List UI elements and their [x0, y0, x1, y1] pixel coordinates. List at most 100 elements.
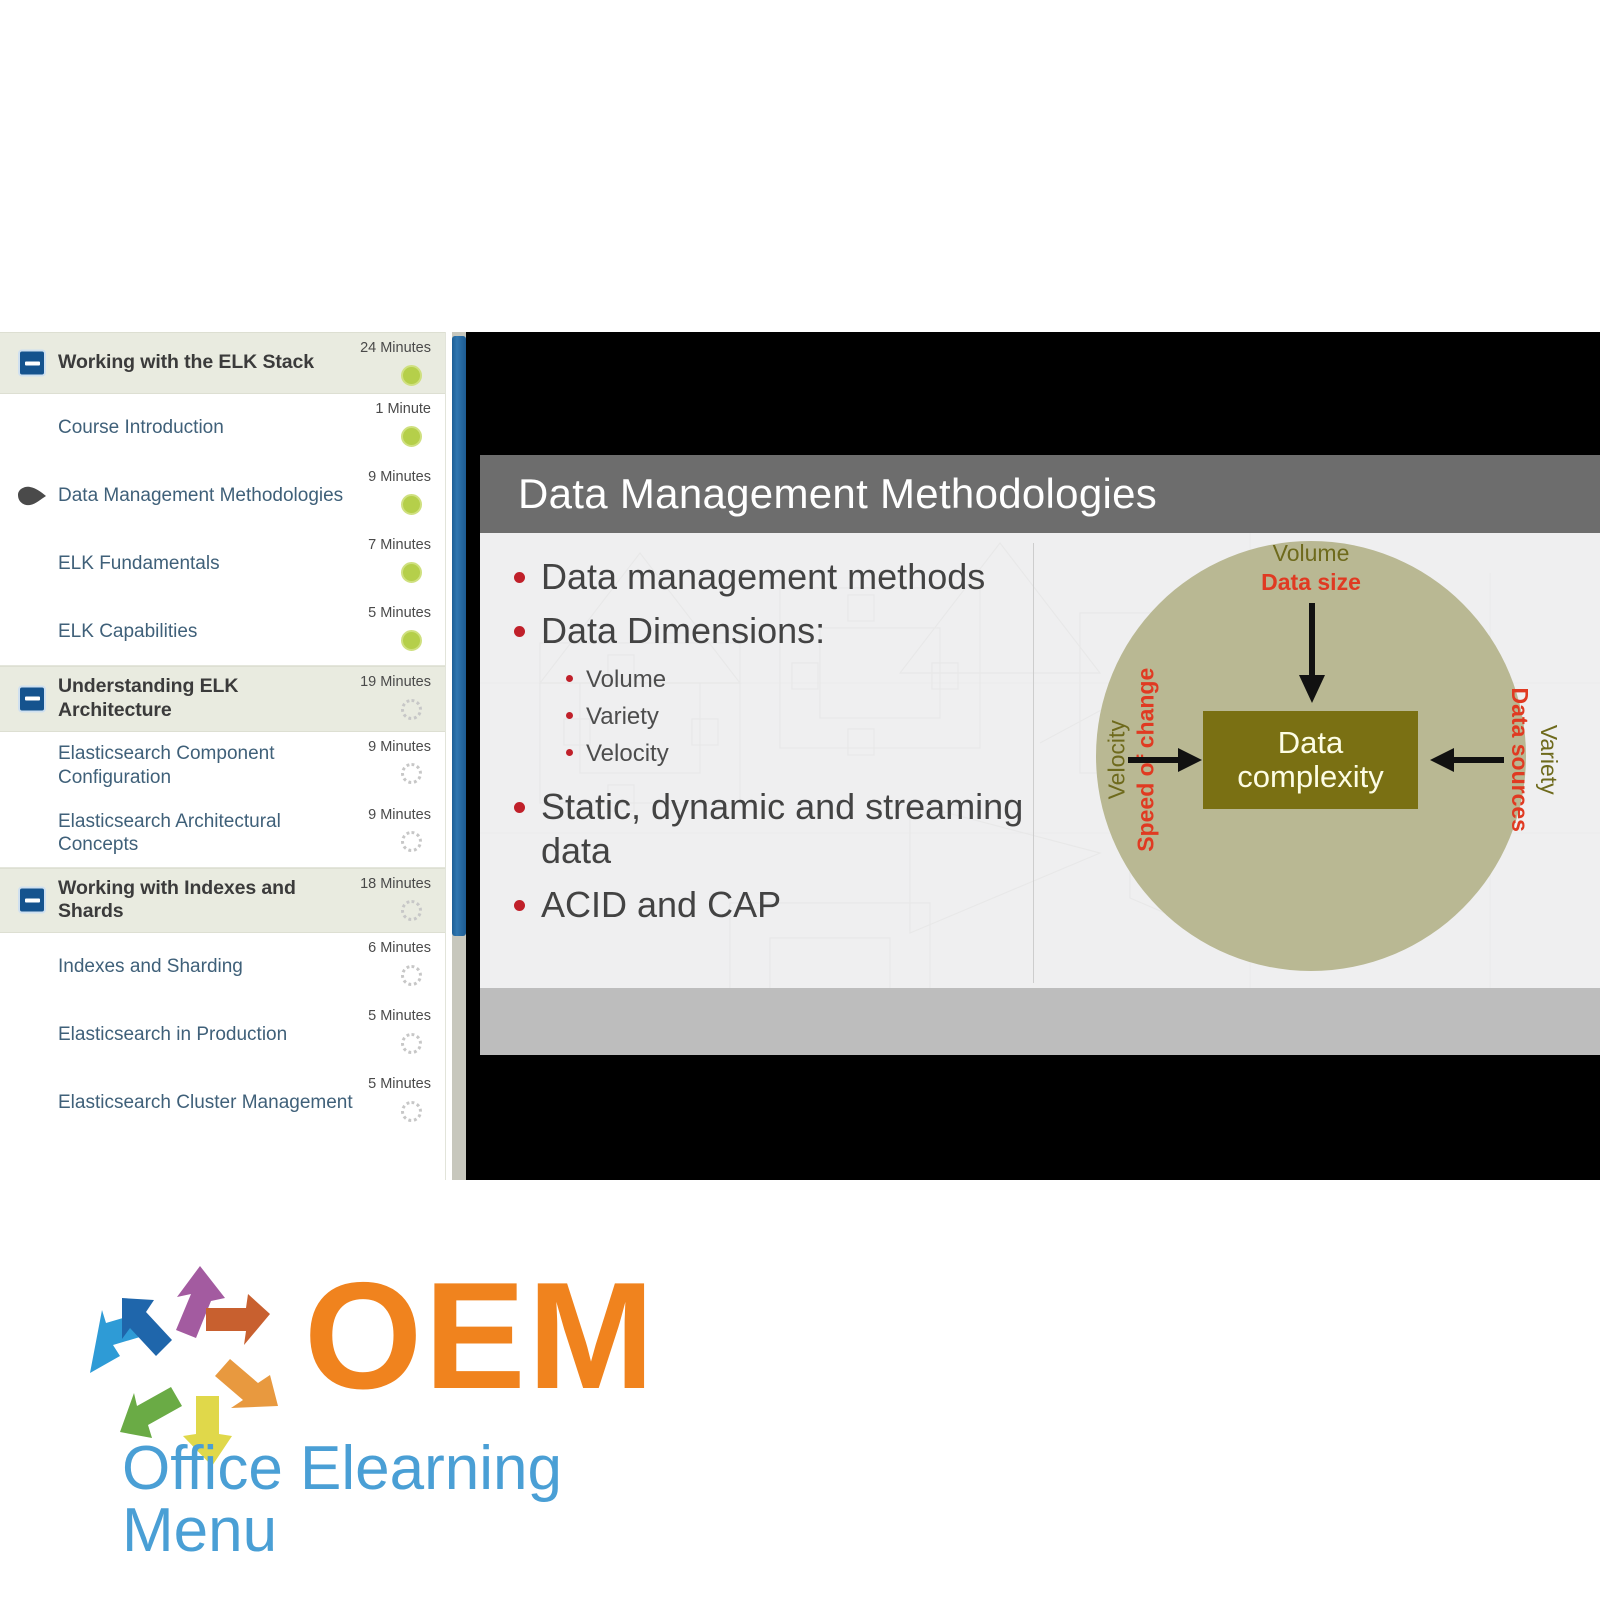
status-complete-icon — [401, 425, 422, 447]
outline-lesson-label: Data Management Methodologies — [58, 485, 344, 507]
outline-item-duration: 9 Minutes — [368, 806, 431, 823]
bullet-text: Volume — [586, 665, 667, 693]
bullet-item: ACID and CAP — [514, 883, 1024, 927]
bullet-dot-icon — [514, 802, 525, 814]
outline-scrollbar-track[interactable] — [452, 332, 466, 1180]
outline-item-duration: 5 Minutes — [368, 605, 431, 621]
outline-item-meta: 9 Minutes — [353, 740, 431, 790]
slide-footer-bar — [480, 988, 1600, 1055]
outline-section-label: Working with Indexes and Shards — [58, 876, 296, 923]
diagram-center-line2: complexity — [1237, 759, 1384, 794]
outline-lesson-label: Indexes and Sharding — [58, 956, 243, 978]
outline-item-duration: 5 Minutes — [368, 1008, 431, 1025]
bullet-dot-icon — [566, 711, 573, 719]
bullet-text: Data Dimensions: — [541, 609, 826, 651]
logo-wordmark: OEM — [304, 1251, 657, 1421]
outline-lesson-indexes-and-sharding[interactable]: Indexes and Sharding 6 Minutes — [0, 933, 445, 1002]
outline-item-duration: 24 Minutes — [360, 340, 431, 356]
bullet-dot-icon — [514, 572, 525, 583]
outline-lesson-elasticsearch-in-production[interactable]: Elasticsearch in Production 5 Minutes — [0, 1001, 445, 1070]
outline-lesson-label: ELK Capabilities — [58, 620, 198, 642]
bullet-dot-icon — [514, 625, 525, 637]
data-complexity-diagram: Volume Data size Velocity Speed of chang… — [1056, 533, 1596, 988]
diagram-velocity-title: Velocity — [1103, 720, 1130, 800]
presentation-slide: Data Management Methodologies Data manag… — [480, 455, 1600, 1055]
outline-item-duration: 18 Minutes — [360, 875, 431, 892]
arrow-left-icon — [1430, 748, 1504, 772]
video-stage[interactable]: Data Management Methodologies Data manag… — [466, 332, 1600, 1180]
logo-tagline: Office Elearning Menu — [122, 1434, 562, 1565]
outline-section-label: Understanding ELK Architecture — [58, 675, 239, 721]
course-outline-sidebar[interactable]: Working with the ELK Stack 24 Minutes Cour… — [0, 332, 446, 1180]
outline-item-duration: 1 Minute — [375, 401, 431, 417]
diagram-variety-subtitle: Data sources — [1507, 687, 1533, 832]
outline-item-meta: 19 Minutes — [353, 675, 431, 725]
screenshot-root: Working with the ELK Stack 24 Minutes Cour… — [0, 0, 1600, 1600]
bullet-item: Velocity — [566, 737, 1024, 771]
outline-item-meta: 7 Minutes — [353, 538, 431, 588]
outline-lesson-elk-fundamentals[interactable]: ELK Fundamentals 7 Minutes — [0, 530, 445, 598]
status-incomplete-icon — [401, 900, 422, 922]
outline-lesson-label: Course Introduction — [58, 417, 224, 439]
slide-bullet-list: Data management methods Data Dimensions:… — [514, 555, 1024, 937]
diagram-volume-subtitle: Data size — [1261, 568, 1361, 595]
status-complete-icon — [401, 493, 422, 515]
outline-lesson-elasticsearch-architectural-concepts[interactable]: Elasticsearch Architectural Concepts 9 Mi… — [0, 799, 445, 868]
outline-item-meta: 9 Minutes — [353, 808, 431, 858]
bullet-item: Data management methods — [514, 555, 1024, 599]
outline-item-meta: 5 Minutes — [353, 1009, 431, 1059]
arrow-right-icon — [1128, 748, 1202, 772]
outline-item-duration: 19 Minutes — [360, 674, 431, 690]
outline-section-understanding-elk-architecture[interactable]: Understanding ELK Architecture 19 Minutes — [0, 666, 445, 732]
diagram-center-box: Data complexity — [1203, 711, 1418, 809]
bullet-dot-icon — [566, 674, 573, 682]
minus-icon[interactable] — [18, 349, 46, 377]
outline-item-duration: 6 Minutes — [368, 940, 431, 957]
slide-title-bar: Data Management Methodologies — [480, 455, 1600, 533]
status-incomplete-icon — [401, 698, 422, 720]
outline-item-duration: 9 Minutes — [368, 738, 431, 755]
bullet-item: Data Dimensions: — [514, 609, 1024, 653]
outline-item-meta: 18 Minutes — [353, 877, 431, 927]
outline-lesson-data-management-methodologies[interactable]: Data Management Methodologies 9 Minutes — [0, 462, 445, 530]
outline-lesson-elasticsearch-component-configuration[interactable]: Elasticsearch Component Configuration 9 M… — [0, 731, 445, 800]
outline-lesson-label: Elasticsearch Architectural Concepts — [58, 810, 281, 856]
outline-scrollbar-thumb[interactable] — [452, 336, 466, 936]
outline-lesson-elk-capabilities[interactable]: ELK Capabilities 5 Minutes — [0, 598, 445, 666]
status-complete-icon — [401, 561, 422, 583]
outline-lesson-label: Elasticsearch Component Configuration — [58, 743, 275, 788]
status-incomplete-icon — [401, 1032, 422, 1054]
outline-section-label: Working with the ELK Stack — [58, 351, 314, 374]
minus-icon[interactable] — [18, 685, 46, 713]
arrow-down-icon — [1299, 603, 1325, 703]
bullet-text: ACID and CAP — [541, 883, 782, 925]
status-incomplete-icon — [401, 1100, 422, 1122]
outline-lesson-elasticsearch-cluster-management[interactable]: Elasticsearch Cluster Management 5 Minute… — [0, 1069, 445, 1138]
status-complete-icon — [401, 629, 422, 651]
bullet-dot-icon — [566, 748, 573, 756]
outline-item-duration: 9 Minutes — [368, 469, 431, 485]
slide-divider — [1033, 543, 1034, 983]
oem-logo: OEM Office Elearning Menu — [72, 1248, 732, 1562]
outline-item-meta: 5 Minutes — [353, 606, 431, 656]
outline-item-duration: 7 Minutes — [368, 537, 431, 553]
status-incomplete-icon — [401, 831, 422, 853]
minus-icon[interactable] — [18, 886, 46, 914]
outline-item-meta: 9 Minutes — [353, 470, 431, 520]
diagram-label-volume: Volume Data size — [1216, 539, 1406, 597]
outline-lesson-label: Elasticsearch Cluster Management — [58, 1092, 353, 1114]
bullet-text: Variety — [586, 702, 659, 730]
outline-lesson-label: Elasticsearch in Production — [58, 1024, 288, 1046]
outline-item-meta: 1 Minute — [353, 402, 431, 452]
diagram-center-line1: Data — [1277, 724, 1344, 760]
outline-section-working-with-the-elk-stack[interactable]: Working with the ELK Stack 24 Minutes — [0, 332, 445, 394]
bullet-item: Volume — [566, 663, 1024, 697]
status-complete-icon — [401, 364, 422, 386]
outline-item-duration: 5 Minutes — [368, 1076, 431, 1093]
diagram-variety-title: Variety — [1535, 724, 1562, 795]
outline-section-working-with-indexes-and-shards[interactable]: Working with Indexes and Shards 18 Minute… — [0, 867, 445, 934]
diagram-label-variety: Variety Data sources — [1505, 645, 1563, 875]
outline-lesson-course-introduction[interactable]: Course Introduction 1 Minute — [0, 394, 445, 462]
outline-item-meta: 6 Minutes — [353, 941, 431, 991]
outline-item-meta: 24 Minutes — [353, 341, 431, 391]
